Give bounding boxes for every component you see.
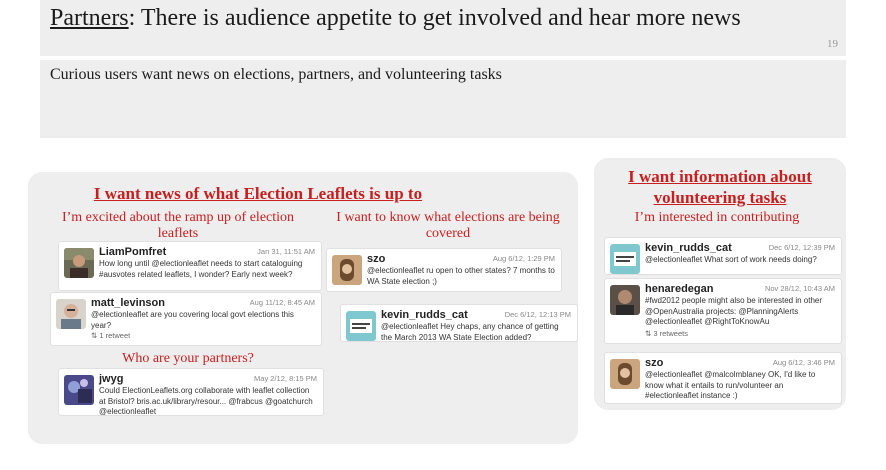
avatar bbox=[346, 311, 376, 341]
tweet-author: kevin_rudds_cat bbox=[645, 242, 732, 254]
slide-title: Partners: There is audience appetite to … bbox=[50, 5, 741, 32]
retweet-count: ⇅ 1 retweet bbox=[91, 331, 131, 340]
tweet-timestamp: Jan 31, 11:51 AM bbox=[257, 247, 315, 256]
title-rest: : There is audience appetite to get invo… bbox=[128, 5, 741, 31]
quote-ramp-up: I’m excited about the ramp up of electio… bbox=[61, 210, 295, 241]
tweet-kevin-rudds-cat: kevin_rudds_cat Dec 6/12, 12:13 PM @elec… bbox=[340, 304, 578, 342]
tweet-timestamp: Aug 11/12, 8:45 AM bbox=[249, 298, 315, 307]
avatar bbox=[64, 375, 94, 405]
tweet-text: @electionleaflet Hey chaps, any chance o… bbox=[381, 322, 559, 342]
tweet-jwyg: jwyg May 2/12, 8:15 PM Could ElectionLea… bbox=[58, 368, 324, 416]
tweet-text: @electionleaflet ru open to other states… bbox=[367, 266, 555, 286]
tweet-text: How long until @electionleaflet needs to… bbox=[99, 259, 303, 279]
tweet-author: henaredegan bbox=[645, 283, 714, 295]
volunteering-panel: I want information about volunteering ta… bbox=[594, 158, 846, 410]
avatar bbox=[610, 359, 640, 389]
avatar bbox=[332, 255, 362, 285]
tweet-text: @electionleaflet are you covering local … bbox=[91, 310, 294, 330]
tweet-timestamp: Nov 28/12, 10:43 AM bbox=[764, 284, 835, 293]
tweet-text: Could ElectionLeaflets.org collaborate w… bbox=[99, 386, 313, 416]
tweet-matt-levinson: matt_levinson Aug 11/12, 8:45 AM @electi… bbox=[50, 292, 322, 346]
tweet-author: szo bbox=[645, 357, 664, 369]
tweet-timestamp: Aug 6/12, 1:29 PM bbox=[492, 254, 555, 263]
tweet-timestamp: May 2/12, 8:15 PM bbox=[254, 374, 317, 383]
tweet-text: #fwd2012 people might also be interested… bbox=[645, 296, 823, 326]
quote-partners: Who are your partners? bbox=[122, 351, 254, 366]
quote-elections-covered: I want to know what elections are being … bbox=[336, 210, 560, 241]
tweet-author: szo bbox=[367, 253, 386, 265]
tweet-szo-volunteer: szo Aug 6/12, 3:46 PM @electionleaflet @… bbox=[604, 352, 842, 404]
tweet-author: kevin_rudds_cat bbox=[381, 309, 468, 321]
slide-subtitle: Curious users want news on elections, pa… bbox=[50, 66, 502, 83]
avatar bbox=[610, 285, 640, 315]
tweet-text: @electionleaflet @malcolmblaney OK, I'd … bbox=[645, 370, 816, 400]
tweet-text: @electionleaflet What sort of work needs… bbox=[645, 255, 817, 264]
tweet-szo: szo Aug 6/12, 1:29 PM @electionleaflet r… bbox=[326, 248, 562, 292]
avatar bbox=[56, 299, 86, 329]
retweet-count: ⇅ 3 retweets bbox=[645, 329, 688, 338]
tweet-kevin-rudds-cat-volunteer: kevin_rudds_cat Dec 6/12, 12:39 PM @elec… bbox=[604, 237, 842, 275]
title-bar: Partners: There is audience appetite to … bbox=[40, 0, 846, 56]
subtitle-bar: Curious users want news on elections, pa… bbox=[40, 60, 846, 138]
avatar bbox=[610, 244, 640, 274]
tweet-timestamp: Dec 6/12, 12:39 PM bbox=[768, 243, 835, 252]
quote-contributing: I’m interested in contributing bbox=[634, 210, 800, 225]
tweet-henaredegan: henaredegan Nov 28/12, 10:43 AM #fwd2012… bbox=[604, 278, 842, 344]
page-number: 19 bbox=[827, 38, 838, 50]
news-panel: I want news of what Election Leaflets is… bbox=[28, 172, 578, 444]
tweet-timestamp: Dec 6/12, 12:13 PM bbox=[504, 310, 571, 319]
news-heading: I want news of what Election Leaflets is… bbox=[93, 184, 423, 203]
tweet-author: matt_levinson bbox=[91, 297, 165, 309]
tweet-author: jwyg bbox=[99, 373, 124, 385]
tweet-timestamp: Aug 6/12, 3:46 PM bbox=[772, 358, 835, 367]
avatar bbox=[64, 248, 94, 278]
tweet-author: LiamPomfret bbox=[99, 246, 167, 258]
volunteering-heading: I want information about volunteering ta… bbox=[628, 167, 812, 207]
title-keyword: Partners bbox=[50, 5, 129, 31]
tweet-liampomfret: LiamPomfret Jan 31, 11:51 AM How long un… bbox=[58, 241, 322, 291]
